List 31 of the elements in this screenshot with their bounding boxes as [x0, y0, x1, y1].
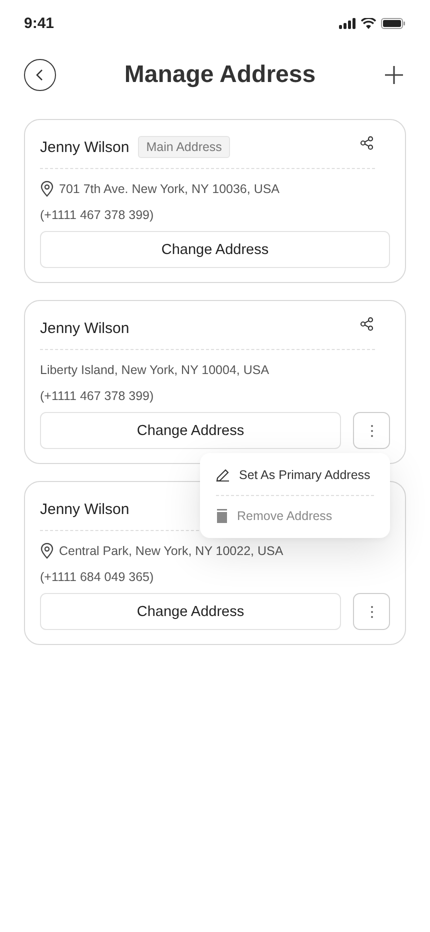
status-time: 9:41 — [24, 14, 54, 32]
add-icon[interactable] — [384, 65, 404, 85]
contact-name: Jenny Wilson — [40, 138, 130, 156]
share-icon[interactable] — [360, 317, 374, 331]
more-icon — [370, 424, 374, 438]
more-icon — [370, 604, 374, 618]
trash-icon — [216, 509, 228, 523]
menu-item[interactable]: Remove Address — [216, 500, 374, 532]
phone-number: (+1111 467 378 399) — [40, 207, 155, 224]
phone-number: (+1111 467 378 399) — [40, 388, 155, 405]
page-title: Manage Address — [124, 61, 316, 89]
location-pin-icon — [40, 543, 54, 559]
change-address-button[interactable]: Change Address — [40, 593, 341, 630]
address-text: Central Park, New York, NY 10022, USA — [59, 544, 284, 558]
location-pin-icon — [40, 181, 54, 197]
contact-name: Jenny Wilson — [40, 320, 130, 336]
main-address-tag: Main Address — [138, 136, 230, 158]
change-address-button[interactable]: Change Address — [40, 231, 390, 268]
share-icon[interactable] — [360, 136, 374, 150]
battery-icon — [381, 18, 405, 28]
chevron-left-icon — [35, 69, 45, 81]
address-text: Liberty Island, New York, NY 10004, USA — [40, 363, 270, 377]
contact-name: Jenny Wilson — [40, 500, 130, 518]
menu-item[interactable]: Set As Primary Address — [216, 459, 374, 491]
phone-number: (+1111 684 049 365) — [40, 569, 155, 586]
address-text: 701 7th Ave. New York, NY 10036, USA — [59, 182, 280, 196]
change-address-button[interactable]: Change Address — [40, 412, 341, 449]
back-button[interactable] — [24, 59, 56, 91]
signal-icon — [339, 18, 356, 28]
pencil-icon — [216, 468, 230, 482]
wifi-icon — [361, 18, 376, 28]
